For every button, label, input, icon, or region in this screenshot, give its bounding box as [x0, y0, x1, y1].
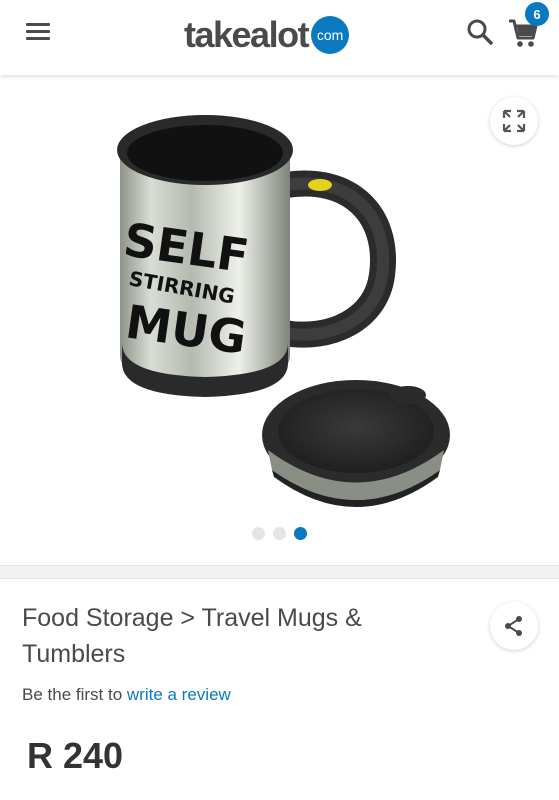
logo-badge: com — [311, 16, 350, 54]
review-prompt: Be the first to write a review — [22, 685, 231, 705]
share-icon[interactable] — [490, 602, 538, 650]
write-review-link[interactable]: write a review — [127, 685, 231, 704]
section-divider — [0, 565, 559, 579]
top-header: takealot com 6 — [0, 0, 559, 75]
image-dot-2[interactable] — [273, 527, 286, 540]
image-dot-1[interactable] — [252, 527, 265, 540]
takealot-logo[interactable]: takealot com — [184, 12, 350, 58]
hamburger-menu-icon[interactable] — [24, 20, 54, 44]
product-gallery[interactable]: SELF STIRRING MUG — [0, 75, 559, 565]
logo-word: takealot — [184, 14, 310, 55]
image-dot-3-active[interactable] — [294, 527, 307, 540]
cart-count-badge[interactable]: 6 — [525, 2, 549, 26]
review-prefix: Be the first to — [22, 685, 127, 704]
image-pagination-dots — [252, 527, 307, 541]
expand-icon[interactable] — [490, 97, 538, 145]
search-icon[interactable] — [466, 18, 494, 46]
category-breadcrumb[interactable]: Food Storage > Travel Mugs & Tumblers — [22, 600, 442, 672]
product-image[interactable]: SELF STIRRING MUG — [100, 105, 480, 535]
product-price: R 240 — [27, 735, 124, 776]
